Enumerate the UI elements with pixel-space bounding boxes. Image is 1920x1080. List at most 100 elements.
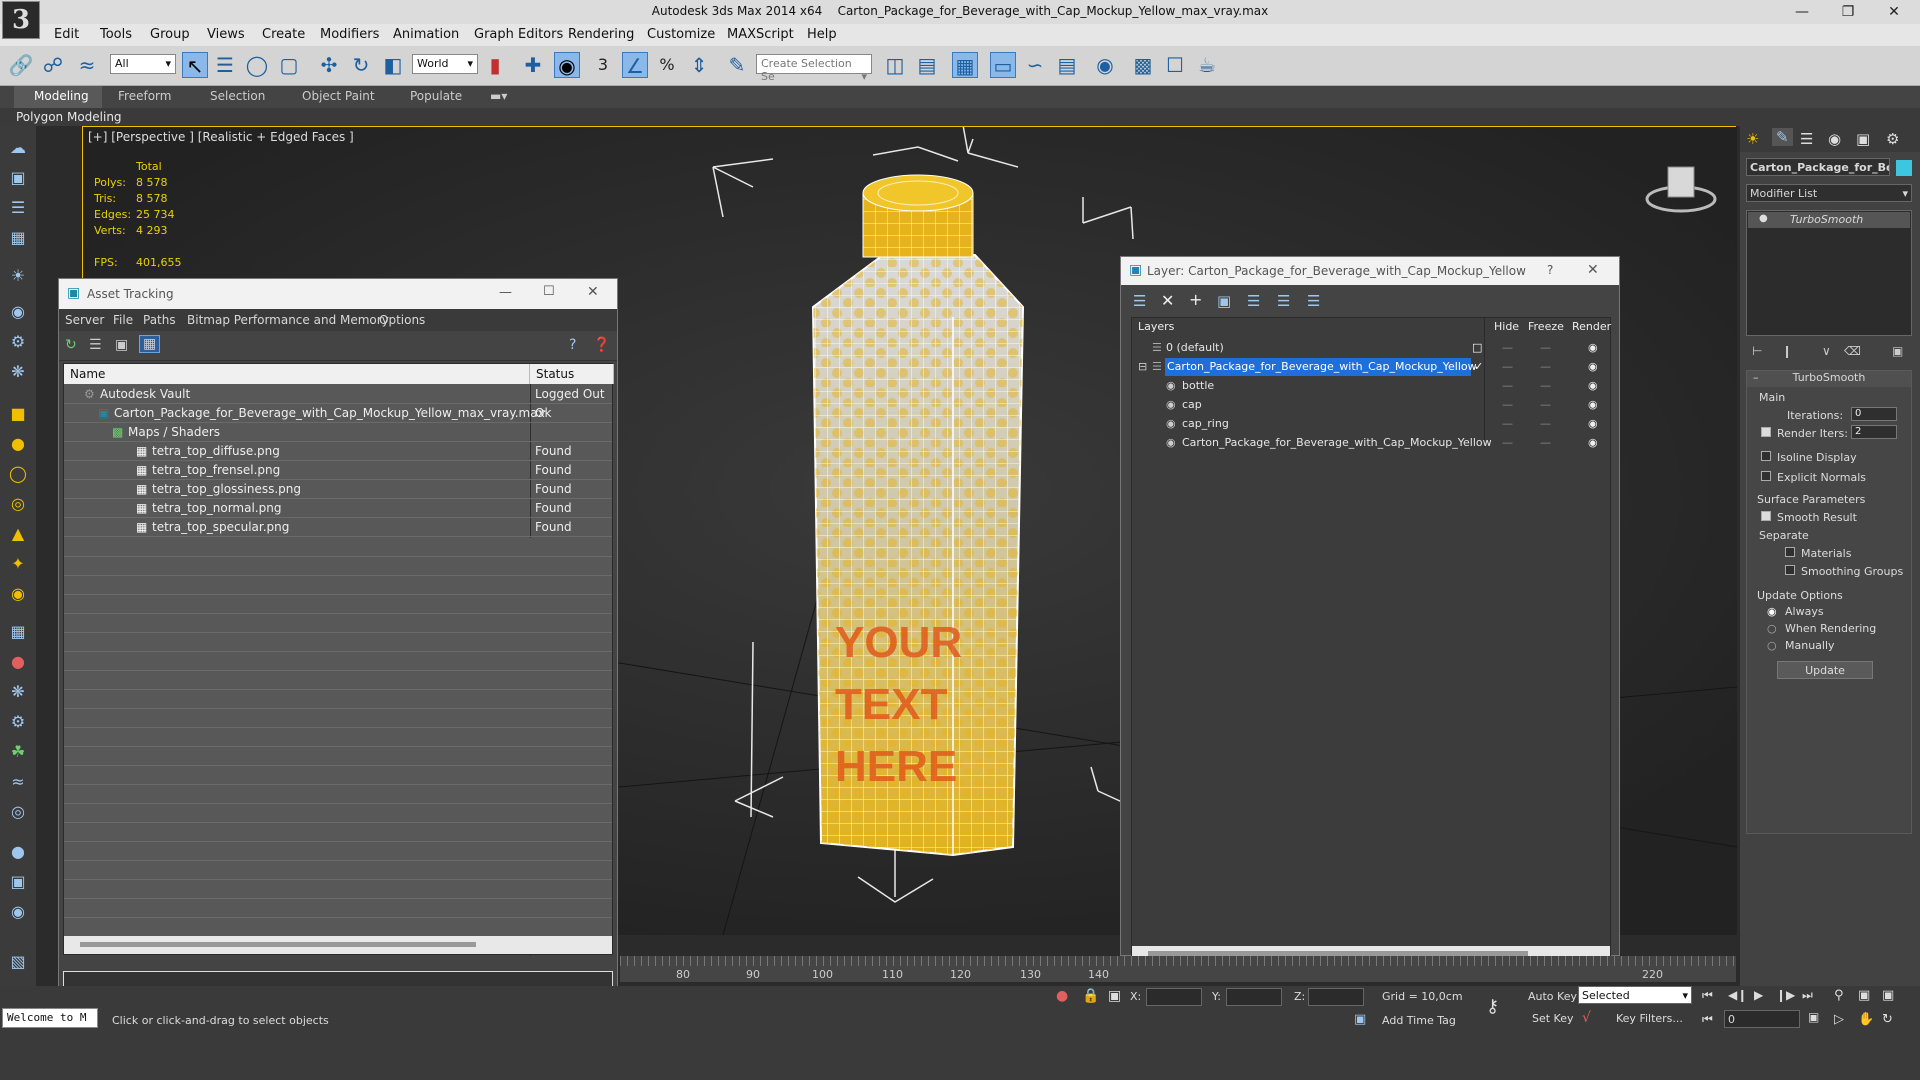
- camera-icon[interactable]: ◉: [6, 302, 30, 324]
- geosphere-icon[interactable]: ✦: [6, 554, 30, 576]
- table-view-icon[interactable]: ▦: [139, 335, 161, 353]
- next-frame-icon[interactable]: ❙▶: [1776, 988, 1795, 1002]
- freeze-toggle-icon[interactable]: —: [1540, 398, 1551, 411]
- remove-modifier-icon[interactable]: ⌫: [1844, 344, 1861, 358]
- spinner-snap-icon[interactable]: ⇕: [686, 52, 712, 78]
- render-iters-checkbox[interactable]: [1761, 427, 1771, 440]
- grid-icon[interactable]: ▦: [6, 228, 30, 250]
- layer-col-layers[interactable]: Layers: [1138, 320, 1174, 333]
- modifier-list-dropdown[interactable]: Modifier List ▾: [1746, 184, 1912, 202]
- time-tag-icon[interactable]: ▣: [1354, 1012, 1366, 1027]
- mirror-icon[interactable]: ◫: [882, 52, 908, 78]
- menu-views[interactable]: Views: [207, 27, 245, 42]
- layer-titlebar[interactable]: ▣ Layer: Carton_Package_for_Beverage_wit…: [1121, 257, 1619, 285]
- cone-icon[interactable]: ▲: [6, 524, 30, 546]
- layer-row[interactable]: ◉ bottle — — ◉: [1132, 377, 1612, 396]
- key-mode-dropdown[interactable]: Selected ▾: [1578, 986, 1692, 1004]
- help-icon[interactable]: ?: [569, 337, 576, 353]
- hierarchy-tab-icon[interactable]: ☰: [1800, 130, 1813, 148]
- zoom-all-icon[interactable]: ▣: [1858, 988, 1870, 1003]
- asset-close-button[interactable]: ✕: [587, 284, 599, 300]
- asset-menu-bitmap-performance[interactable]: Bitmap Performance and Memory: [187, 313, 389, 327]
- bind-space-warp-icon[interactable]: ≈: [74, 52, 100, 78]
- select-by-name-icon[interactable]: ☰: [212, 52, 238, 78]
- restore-button[interactable]: ❐: [1828, 2, 1868, 22]
- toggle-scene-explorer-icon[interactable]: ▦: [952, 52, 978, 78]
- tab-object-paint[interactable]: Object Paint: [302, 89, 375, 103]
- highlight-layer-icon[interactable]: ☰: [1247, 292, 1260, 310]
- refresh-icon[interactable]: ↻: [65, 337, 77, 353]
- layer-row[interactable]: ◉ cap — — ◉: [1132, 396, 1612, 415]
- manually-radio[interactable]: ○: [1767, 639, 1777, 652]
- asset-row[interactable]: ⚙ Autodesk Vault Logged Out ...: [64, 385, 612, 415]
- asset-row[interactable]: ▩ Maps / Shaders: [64, 423, 612, 442]
- utilities-tab-icon[interactable]: ⚙: [1886, 130, 1899, 148]
- add-time-tag-label[interactable]: Add Time Tag: [1382, 1014, 1456, 1027]
- box-icon[interactable]: ■: [6, 404, 30, 426]
- layer-col-hide[interactable]: Hide: [1494, 320, 1519, 333]
- menu-help[interactable]: Help: [807, 27, 837, 42]
- region-select-icon[interactable]: ◯: [244, 52, 270, 78]
- edit-named-selection-icon[interactable]: ✎: [724, 52, 750, 78]
- minimize-button[interactable]: —: [1782, 2, 1822, 22]
- asset-maximize-button[interactable]: ☐: [543, 284, 555, 299]
- render-setup-icon[interactable]: ▩: [1130, 52, 1156, 78]
- display-tab-icon[interactable]: ▣: [1856, 130, 1870, 148]
- menu-customize[interactable]: Customize: [647, 27, 715, 42]
- tab-modeling[interactable]: Modeling: [34, 89, 89, 103]
- asset-row[interactable]: ▦ tetra_top_normal.png Found: [64, 499, 612, 518]
- always-radio[interactable]: ◉: [1767, 605, 1777, 618]
- iterations-spinner[interactable]: 0: [1851, 407, 1897, 421]
- explicit-normals-checkbox[interactable]: [1761, 471, 1771, 484]
- light-bulb-icon[interactable]: ●: [1759, 213, 1768, 224]
- list-view-icon[interactable]: ☰: [89, 337, 102, 353]
- freeze-toggle-icon[interactable]: —: [1540, 341, 1551, 354]
- menu-group[interactable]: Group: [150, 27, 190, 42]
- angle-snap-icon[interactable]: ∠: [622, 52, 648, 78]
- asset-scroll-thumb[interactable]: [80, 942, 476, 947]
- list-icon[interactable]: ☰: [6, 198, 30, 220]
- go-to-start-icon[interactable]: ⏮: [1702, 988, 1713, 1003]
- render-toggle-icon[interactable]: ◉: [1588, 417, 1598, 430]
- layer-stack-icon[interactable]: ☰: [1133, 292, 1146, 310]
- hair-icon[interactable]: ≈: [6, 772, 30, 794]
- unlink-icon[interactable]: ☍: [40, 52, 66, 78]
- thumbnail-view-icon[interactable]: ▣: [115, 337, 128, 353]
- layer-row-selected[interactable]: ⊟ ☰ Carton_Package_for_Beverage_with_Cap…: [1132, 358, 1612, 377]
- move-icon[interactable]: ✣: [316, 52, 342, 78]
- scale-icon[interactable]: ◧: [380, 52, 406, 78]
- sphere-icon[interactable]: ●: [6, 434, 30, 456]
- asset-row[interactable]: ▣ Carton_Package_for_Beverage_with_Cap_M…: [64, 404, 612, 423]
- isoline-checkbox[interactable]: [1761, 451, 1771, 464]
- layer-row[interactable]: ☰ 0 (default) □ — — ◉: [1132, 339, 1612, 358]
- system-icon[interactable]: ⚙: [6, 712, 30, 734]
- time-config-icon[interactable]: ▣: [1808, 1010, 1819, 1024]
- hide-toggle-icon[interactable]: —: [1502, 436, 1513, 449]
- asset-minimize-button[interactable]: —: [499, 285, 512, 300]
- layer-row[interactable]: ◉ cap_ring — — ◉: [1132, 415, 1612, 434]
- expand-minus-icon[interactable]: ⊟: [1138, 360, 1147, 373]
- freeze-toggle-icon[interactable]: —: [1540, 360, 1551, 373]
- render-toggle-icon[interactable]: ◉: [1588, 379, 1598, 392]
- freeze-toggle-icon[interactable]: —: [1540, 436, 1551, 449]
- key-mode-toggle-icon[interactable]: ⏮: [1702, 1012, 1713, 1027]
- asset-tracking-titlebar[interactable]: ▣ Asset Tracking — ☐ ✕: [59, 279, 617, 309]
- layer-help-button[interactable]: ?: [1547, 263, 1553, 277]
- smooth-result-checkbox[interactable]: [1761, 511, 1771, 524]
- render-iters-spinner[interactable]: 2: [1851, 425, 1897, 439]
- asset-menu-paths[interactable]: Paths: [143, 313, 176, 327]
- previous-frame-icon[interactable]: ◀❙: [1728, 988, 1747, 1002]
- window-crossing-icon[interactable]: ▢: [276, 52, 302, 78]
- orbit-icon[interactable]: ↻: [1882, 1012, 1893, 1027]
- show-end-result-icon[interactable]: ❙: [1782, 344, 1792, 358]
- key-filters-button[interactable]: Key Filters...: [1616, 1012, 1683, 1025]
- named-selection-set-dropdown[interactable]: Create Selection Se ▾: [756, 54, 872, 83]
- asset-col-status[interactable]: Status: [530, 364, 614, 384]
- object-color-swatch[interactable]: [1896, 160, 1912, 176]
- menu-graph-editors[interactable]: Graph Editors: [474, 27, 563, 42]
- zoom-icon[interactable]: ⚲: [1834, 988, 1844, 1003]
- hide-toggle-icon[interactable]: —: [1502, 360, 1513, 373]
- biped-icon[interactable]: ❋: [6, 682, 30, 704]
- make-unique-icon[interactable]: ∨: [1822, 344, 1831, 358]
- hide-toggle-icon[interactable]: —: [1502, 417, 1513, 430]
